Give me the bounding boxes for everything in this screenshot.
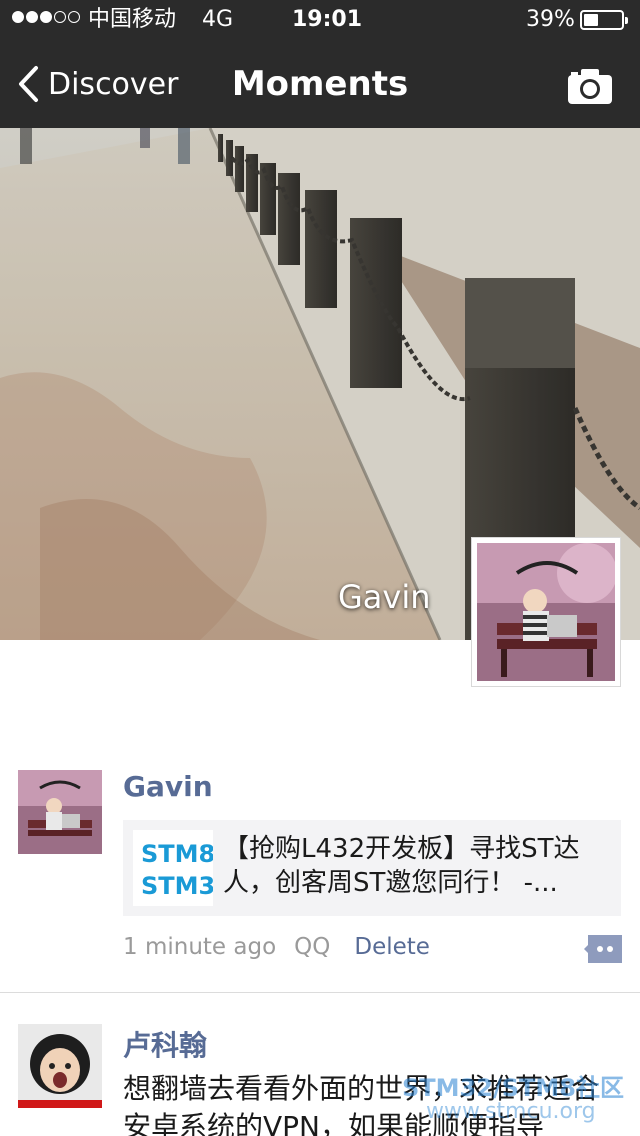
delete-button[interactable]: Delete: [354, 934, 430, 960]
network-type: 4G: [202, 7, 234, 32]
back-button[interactable]: Discover: [16, 62, 178, 106]
post-divider: [0, 992, 640, 993]
post-source: QQ: [294, 934, 331, 960]
avatar-image: [18, 1024, 102, 1108]
status-time: 19:01: [292, 7, 363, 32]
battery-percent: 39%: [526, 7, 575, 32]
post-author-name[interactable]: 卢科翰: [123, 1024, 207, 1064]
battery-icon: [580, 10, 628, 30]
camera-button[interactable]: [566, 66, 614, 106]
post-author-avatar[interactable]: [18, 1024, 102, 1108]
post-text: 想翻墙去看看外面的世界，求推荐适合安卓系统的VPN，如果能顺便指导: [123, 1072, 600, 1136]
shared-link-title: 【抢购L432开发板】寻找ST达人，创客周ST邀您同行！ -...: [223, 834, 580, 898]
carrier-name: 中国移动: [88, 7, 177, 32]
shared-link-card[interactable]: STM8 STM3 【抢购L432开发板】寻找ST达人，创客周ST邀您同行！ -…: [123, 820, 621, 916]
avatar-image: [18, 770, 102, 854]
avatar-image: [477, 543, 617, 681]
cover-user-name: Gavin: [338, 578, 431, 616]
navigation-bar: Discover Moments: [0, 40, 640, 128]
post-author-name[interactable]: Gavin: [123, 770, 213, 803]
post-author-avatar[interactable]: [18, 770, 102, 854]
thumbnail-line: STM3: [141, 872, 213, 900]
comment-button[interactable]: [584, 935, 622, 963]
post-meta: 1 minute ago QQ Delete: [123, 934, 430, 960]
profile-avatar[interactable]: [471, 537, 621, 687]
chevron-left-icon: [19, 66, 38, 102]
comment-icon: [584, 935, 622, 963]
shared-link-thumbnail: STM8 STM3: [133, 830, 213, 906]
camera-icon: [568, 69, 612, 104]
back-button-label: Discover: [48, 66, 179, 102]
post-timestamp: 1 minute ago: [123, 934, 277, 960]
thumbnail-line: STM8: [141, 840, 213, 868]
status-bar: 中国移动 4G 19:01 39%: [0, 0, 640, 40]
signal-strength-icon: [12, 11, 80, 23]
